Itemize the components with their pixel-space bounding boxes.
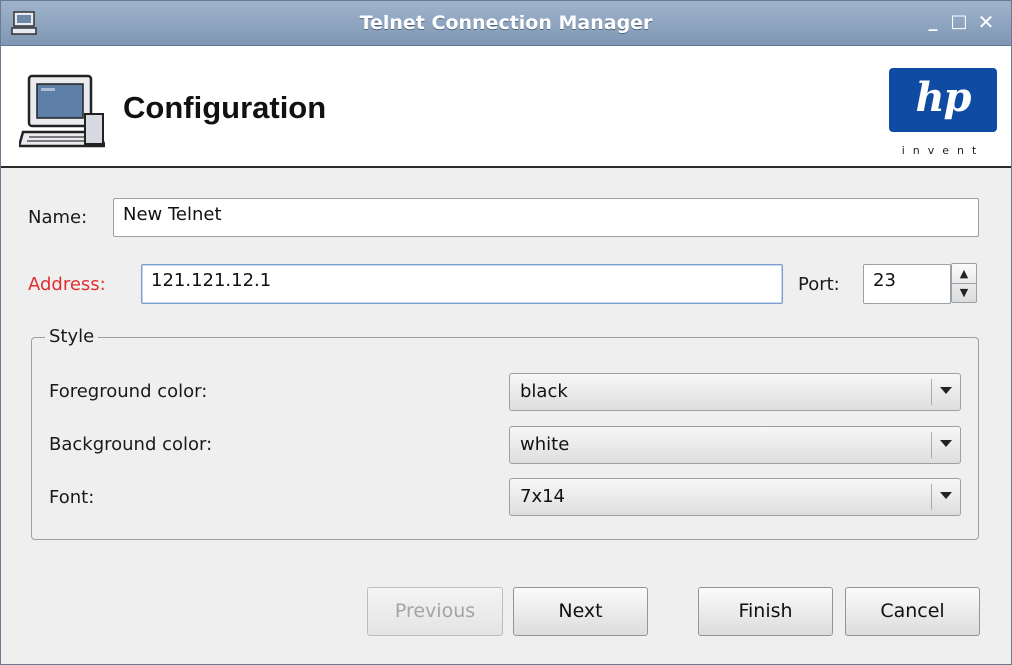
name-label: Name: bbox=[28, 207, 88, 228]
port-spinner[interactable]: ▲ ▼ bbox=[951, 263, 977, 303]
port-input[interactable]: 23 bbox=[863, 264, 951, 304]
port-decrement-icon[interactable]: ▼ bbox=[952, 283, 976, 302]
background-color-value: white bbox=[520, 434, 570, 455]
font-label: Font: bbox=[49, 487, 95, 508]
foreground-color-label: Foreground color: bbox=[49, 381, 208, 402]
maximize-button[interactable]: □ bbox=[948, 11, 970, 33]
minimize-button[interactable]: _ bbox=[922, 11, 944, 33]
address-input[interactable]: 121.121.12.1 bbox=[141, 264, 783, 304]
foreground-color-dropdown[interactable]: black bbox=[509, 373, 961, 411]
font-dropdown[interactable]: 7x14 bbox=[509, 478, 961, 516]
background-color-dropdown[interactable]: white bbox=[509, 426, 961, 464]
next-button[interactable]: Next bbox=[513, 587, 648, 636]
computer-terminal-icon bbox=[19, 74, 105, 148]
title-bar[interactable]: Telnet Connection Manager _ □ ✕ bbox=[1, 1, 1011, 46]
foreground-color-value: black bbox=[520, 381, 568, 402]
background-color-label: Background color: bbox=[49, 434, 213, 455]
hp-logo: hp invent bbox=[887, 68, 999, 158]
hp-logo-mark: hp bbox=[889, 68, 997, 132]
name-input[interactable]: New Telnet bbox=[113, 198, 979, 237]
page-title: Configuration bbox=[123, 90, 327, 125]
header-banner: Configuration hp invent bbox=[1, 46, 1011, 168]
chevron-down-icon bbox=[940, 492, 952, 499]
chevron-down-icon bbox=[940, 387, 952, 394]
close-button[interactable]: ✕ bbox=[975, 11, 997, 33]
chevron-down-icon bbox=[940, 440, 952, 447]
port-label: Port: bbox=[798, 274, 840, 295]
telnet-connection-manager-window: Telnet Connection Manager _ □ ✕ Configur… bbox=[0, 0, 1012, 665]
hp-logo-tagline: invent bbox=[901, 144, 985, 157]
previous-button[interactable]: Previous bbox=[367, 587, 503, 636]
font-value: 7x14 bbox=[520, 486, 566, 507]
address-label: Address: bbox=[28, 274, 106, 295]
cancel-button[interactable]: Cancel bbox=[845, 587, 980, 636]
window-title: Telnet Connection Manager bbox=[359, 12, 653, 34]
finish-button[interactable]: Finish bbox=[698, 587, 833, 636]
style-group-legend: Style bbox=[45, 326, 99, 347]
port-increment-icon[interactable]: ▲ bbox=[952, 264, 976, 284]
